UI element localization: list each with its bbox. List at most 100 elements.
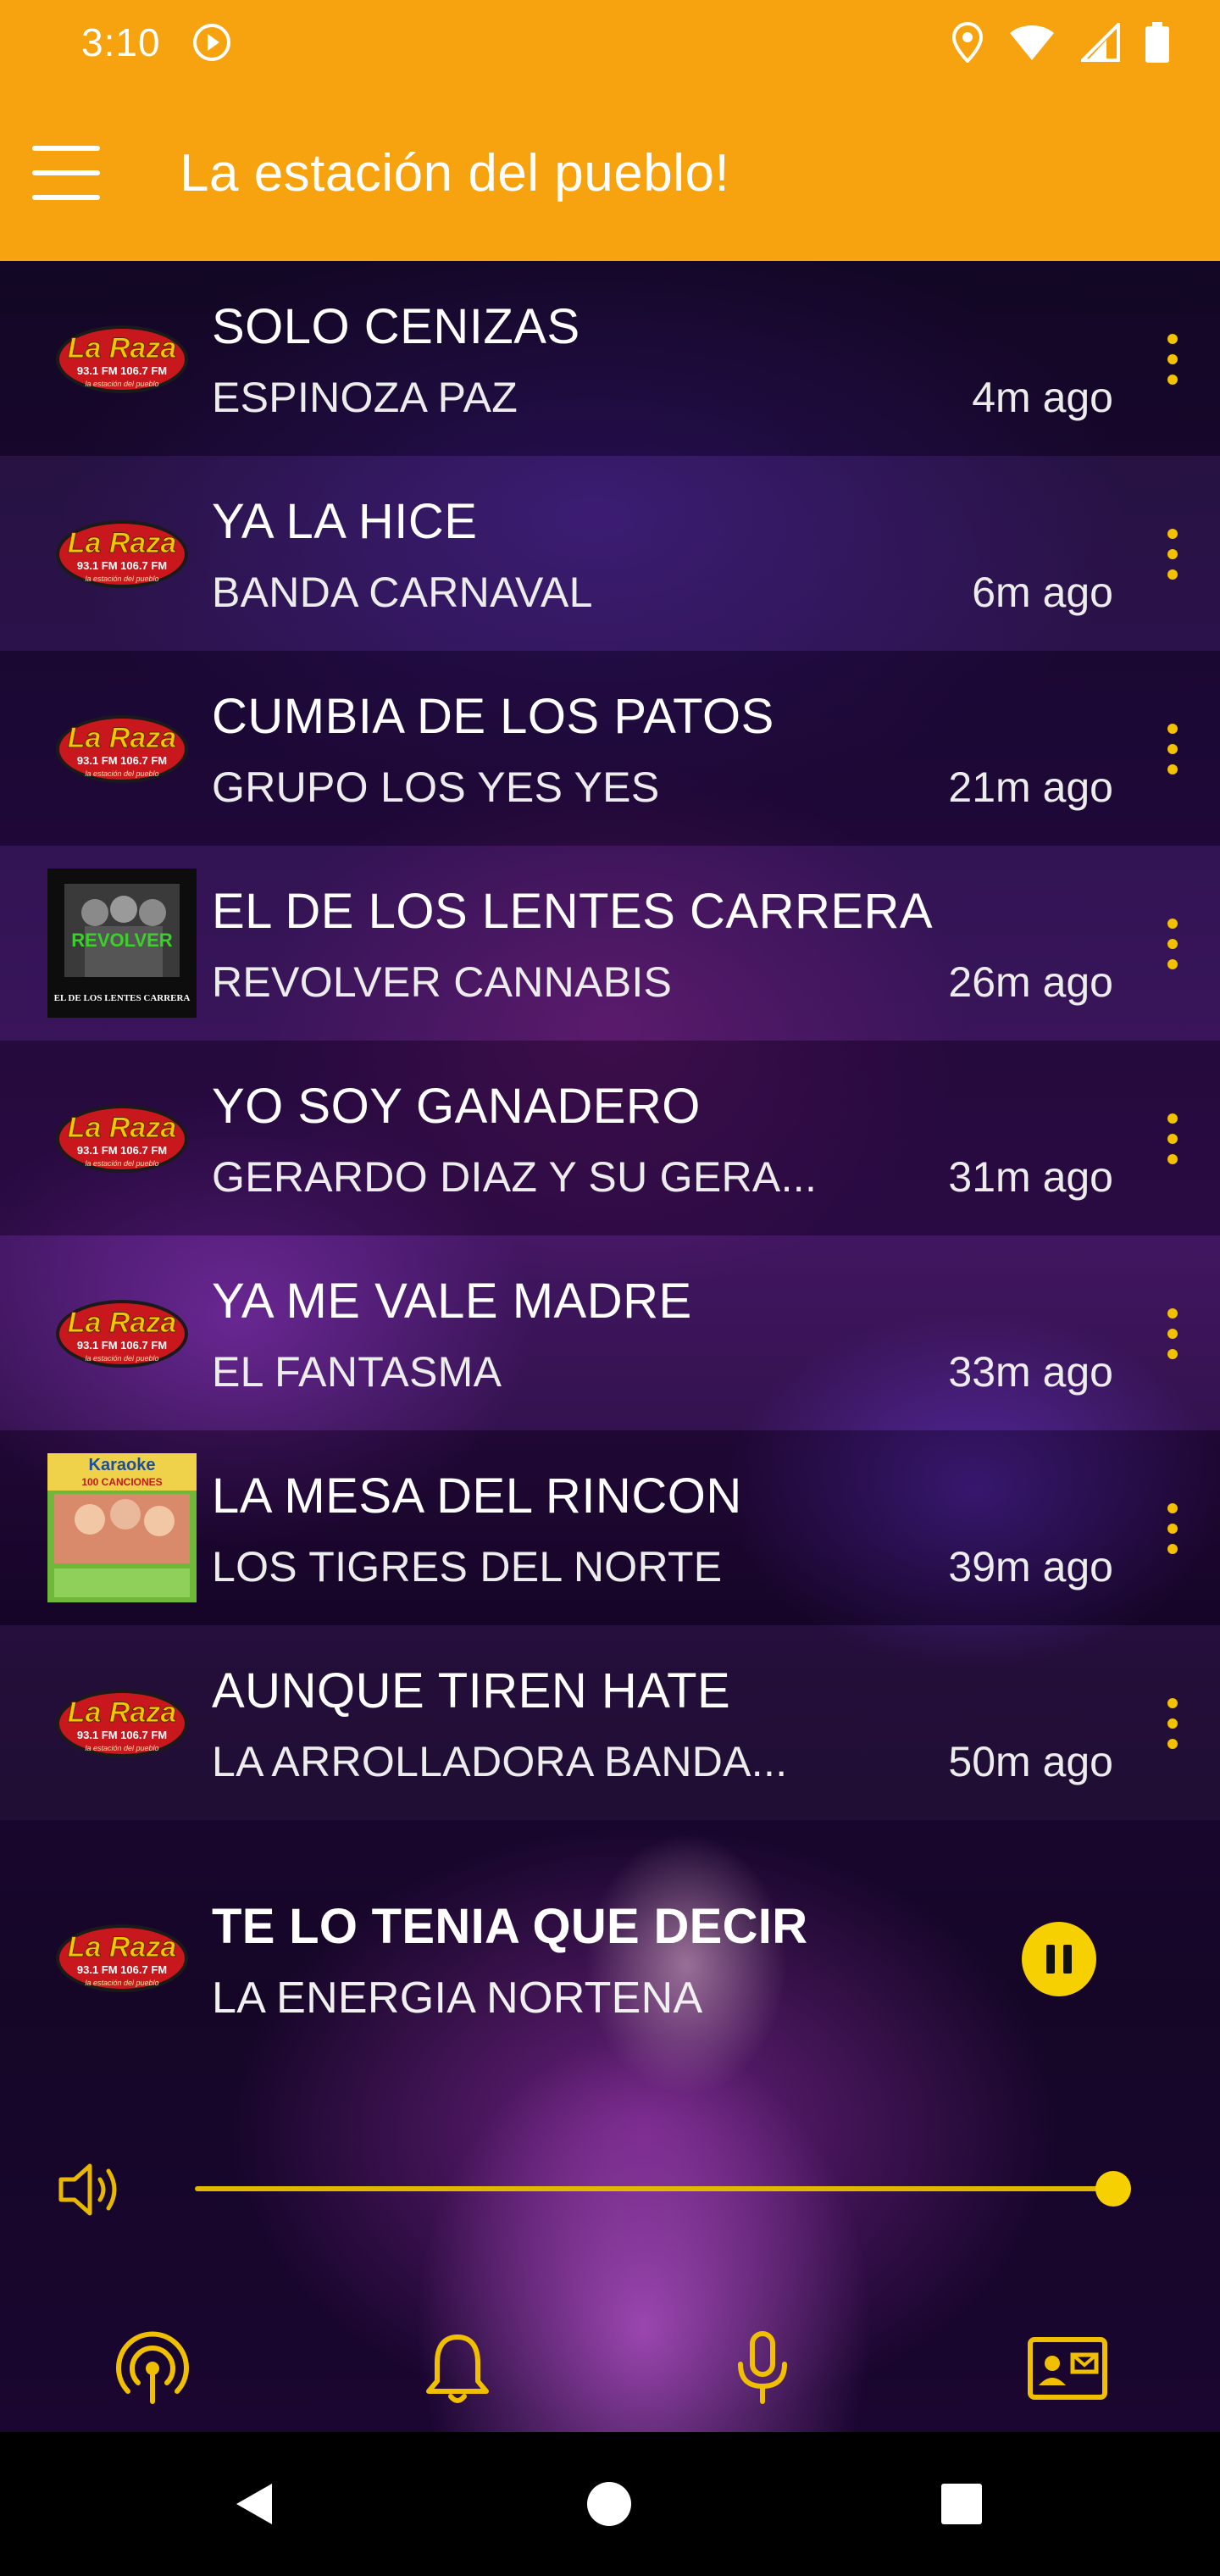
svg-text:la estación del pueblo: la estación del pueblo	[85, 575, 158, 583]
volume-slider-thumb[interactable]	[1095, 2171, 1131, 2207]
volume-icon[interactable]	[56, 2159, 124, 2220]
recents-icon[interactable]	[923, 2466, 1000, 2542]
now-playing-artist: LA ENERGIA NORTENA	[212, 1974, 703, 2023]
track-time: 26m ago	[948, 958, 1113, 1006]
svg-text:100 CANCIONES: 100 CANCIONES	[81, 1476, 162, 1488]
more-options-icon[interactable]	[1157, 1698, 1188, 1749]
location-icon	[952, 22, 983, 63]
track-row[interactable]: La Raza 93.1 FM 106.7 FM la estación del p…	[0, 261, 1220, 456]
broadcast-icon	[116, 2331, 189, 2404]
play-circle-icon	[192, 24, 230, 61]
svg-text:La Raza: La Raza	[68, 1307, 177, 1339]
back-icon[interactable]	[217, 2466, 293, 2542]
svg-text:la estación del pueblo: la estación del pueblo	[85, 1979, 158, 1987]
svg-text:Karaoke: Karaoke	[89, 1456, 156, 1474]
track-time: 21m ago	[948, 763, 1113, 811]
track-art: La Raza 93.1 FM 106.7 FM la estación del p…	[47, 1063, 197, 1213]
bottom-tab-bar	[0, 2305, 1220, 2432]
track-row[interactable]: La Raza 93.1 FM 106.7 FM la estación del p…	[0, 1235, 1220, 1430]
track-artist: BANDA CARNAVAL	[212, 569, 593, 616]
track-title: YA ME VALE MADRE	[212, 1274, 692, 1329]
track-row[interactable]: Karaoke 100 CANCIONES LA MESA DEL RINCON LO…	[0, 1430, 1220, 1625]
status-bar: 3:10	[0, 0, 1220, 85]
svg-text:93.1 FM 106.7 FM: 93.1 FM 106.7 FM	[77, 754, 167, 767]
track-artist: ESPINOZA PAZ	[212, 374, 518, 421]
track-artist: REVOLVER CANNABIS	[212, 958, 673, 1006]
svg-text:la estación del pueblo: la estación del pueblo	[85, 1159, 158, 1168]
la-raza-logo: La Raza93.1 FM 106.7 FM la estación del p…	[56, 1105, 188, 1173]
track-title: YA LA HICE	[212, 494, 478, 549]
svg-text:EL DE LOS LENTES CARRERA: EL DE LOS LENTES CARRERA	[54, 993, 191, 1003]
svg-text:La Raza: La Raza	[68, 722, 177, 754]
la-raza-logo: La Raza93.1 FM 106.7 FM la estación del p…	[56, 715, 188, 783]
system-navigation-bar	[0, 2432, 1220, 2576]
svg-text:La Raza: La Raza	[68, 1931, 177, 1963]
track-artist: LOS TIGRES DEL NORTE	[212, 1543, 723, 1591]
track-time: 4m ago	[972, 374, 1113, 421]
app-bar: La estación del pueblo!	[0, 85, 1220, 261]
svg-text:la estación del pueblo: la estación del pueblo	[85, 380, 158, 388]
bell-icon	[426, 2334, 489, 2403]
track-row[interactable]: La Raza 93.1 FM 106.7 FM la estación del p…	[0, 651, 1220, 846]
svg-text:la estación del pueblo: la estación del pueblo	[85, 1354, 158, 1363]
tab-notifications[interactable]	[407, 2322, 508, 2415]
track-title: SOLO CENIZAS	[212, 299, 580, 354]
track-artist: LA ARROLLADORA BANDA...	[212, 1738, 788, 1785]
more-options-icon[interactable]	[1157, 1503, 1188, 1554]
la-raza-logo: La Raza93.1 FM 106.7 FM la estación del p…	[56, 325, 188, 393]
track-row[interactable]: La Raza 93.1 FM 106.7 FM la estación del p…	[0, 456, 1220, 651]
more-options-icon[interactable]	[1157, 334, 1188, 385]
svg-text:La Raza: La Raza	[68, 527, 177, 559]
album-cover-revolver: REVOLVER EL DE LOS LENTES CARRERA	[47, 869, 197, 1018]
more-options-icon[interactable]	[1157, 1113, 1188, 1164]
track-artist: EL FANTASMA	[212, 1348, 502, 1396]
status-time: 3:10	[81, 20, 161, 64]
home-icon[interactable]	[571, 2466, 647, 2542]
contact-card-icon	[1028, 2337, 1107, 2400]
more-options-icon[interactable]	[1157, 724, 1188, 774]
svg-text:la estación del pueblo: la estación del pueblo	[85, 769, 158, 778]
more-options-icon[interactable]	[1157, 1308, 1188, 1359]
microphone-icon	[738, 2331, 787, 2404]
track-title: YO SOY GANADERO	[212, 1079, 701, 1134]
tab-live[interactable]	[102, 2322, 203, 2415]
svg-text:La Raza: La Raza	[68, 1696, 177, 1729]
track-art: REVOLVER EL DE LOS LENTES CARRERA	[47, 869, 197, 1018]
la-raza-logo: La Raza93.1 FM 106.7 FM la estación del p…	[56, 1924, 188, 1992]
svg-text:La Raza: La Raza	[68, 1112, 177, 1144]
volume-control	[0, 2152, 1220, 2227]
track-row[interactable]: La Raza 93.1 FM 106.7 FM la estación del p…	[0, 1041, 1220, 1235]
track-time: 31m ago	[948, 1153, 1113, 1201]
track-title: LA MESA DEL RINCON	[212, 1468, 742, 1524]
more-options-icon[interactable]	[1157, 529, 1188, 580]
pause-button[interactable]	[1022, 1922, 1096, 1996]
la-raza-logo: La Raza93.1 FM 106.7 FM la estación del p…	[56, 1690, 188, 1757]
track-row[interactable]: La Raza 93.1 FM 106.7 FM la estación del p…	[0, 1625, 1220, 1820]
wifi-icon	[1010, 25, 1054, 60]
album-cover-karaoke: Karaoke 100 CANCIONES	[47, 1453, 197, 1602]
tab-microphone[interactable]	[712, 2322, 813, 2415]
svg-text:la estación del pueblo: la estación del pueblo	[85, 1744, 158, 1752]
track-time: 6m ago	[972, 569, 1113, 616]
track-row[interactable]: REVOLVER EL DE LOS LENTES CARRERA EL DE LO…	[0, 846, 1220, 1041]
la-raza-logo: La Raza93.1 FM 106.7 FM la estación del p…	[56, 520, 188, 588]
track-art: La Raza 93.1 FM 106.7 FM la estación del p…	[47, 1258, 197, 1407]
svg-text:93.1 FM 106.7 FM: 93.1 FM 106.7 FM	[77, 1339, 167, 1352]
svg-text:93.1 FM 106.7 FM: 93.1 FM 106.7 FM	[77, 1729, 167, 1741]
la-raza-logo: La Raza93.1 FM 106.7 FM la estación del p…	[56, 1300, 188, 1368]
app-title: La estación del pueblo!	[180, 143, 730, 203]
track-art: La Raza 93.1 FM 106.7 FM la estación del p…	[47, 1648, 197, 1797]
track-title: AUNQUE TIREN HATE	[212, 1663, 731, 1718]
hamburger-menu-icon[interactable]	[32, 139, 100, 207]
track-art: La Raza 93.1 FM 106.7 FM la estación del p…	[47, 284, 197, 433]
now-playing[interactable]: La Raza 93.1 FM 106.7 FM la estación del p…	[0, 1856, 1220, 2059]
svg-text:93.1 FM 106.7 FM: 93.1 FM 106.7 FM	[77, 1963, 167, 1976]
svg-text:REVOLVER: REVOLVER	[71, 930, 173, 951]
volume-slider[interactable]	[195, 2186, 1113, 2191]
more-options-icon[interactable]	[1157, 919, 1188, 969]
svg-text:93.1 FM 106.7 FM: 93.1 FM 106.7 FM	[77, 1144, 167, 1157]
track-artist: GERARDO DIAZ Y SU GERA...	[212, 1153, 818, 1201]
track-title: EL DE LOS LENTES CARRERA	[212, 884, 934, 939]
tab-contact[interactable]	[1017, 2322, 1118, 2415]
svg-text:93.1 FM 106.7 FM: 93.1 FM 106.7 FM	[77, 559, 167, 572]
